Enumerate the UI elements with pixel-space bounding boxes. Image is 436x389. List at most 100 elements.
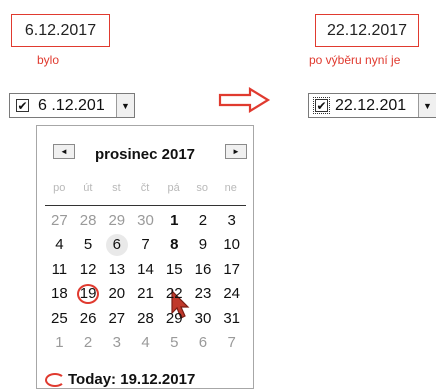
calendar-day-label: 10 [223,236,241,253]
calendar-day-label: 9 [198,236,208,253]
calendar-day-label: 3 [227,211,236,229]
calendar-day[interactable]: 31 [217,306,246,330]
calendar-day[interactable]: 6 [102,233,131,257]
calendar-day-label: 17 [223,260,241,278]
calendar-day-label: 22 [165,285,183,302]
dow-label: po [53,182,66,194]
calendar-day-label: 14 [137,260,154,278]
calendar-day[interactable]: 4 [131,331,160,355]
calendar-day[interactable]: 19 [74,282,103,306]
calendar-day[interactable]: 3 [217,208,246,232]
calendar-day[interactable]: 21 [131,282,160,306]
calendar-day[interactable]: 27 [102,306,131,330]
calendar-day[interactable]: 8 [160,233,189,257]
calendar-day-label: 11 [51,260,68,278]
calendar-day-label: 2 [198,211,208,229]
calendar-day-label: 31 [223,309,241,327]
calendar-day-label: 6 [198,334,208,351]
calendar-day[interactable]: 30 [131,208,160,232]
date-picker-before-value: 6 .12.201 [38,96,105,114]
calendar-day[interactable]: 13 [102,257,131,281]
calendar-day[interactable]: 7 [131,233,160,257]
dow-label: pá [167,182,180,194]
calendar-day[interactable]: 7 [217,331,246,355]
calendar-day[interactable]: 5 [160,331,189,355]
calendar-week-row: 4 5 6 7 8 9 10 [45,233,246,257]
today-link[interactable]: Today: 19.12.2017 [45,371,195,388]
after-date-text: 22.12.2017 [326,21,408,39]
header-divider [45,205,246,206]
calendar-day[interactable]: 14 [131,257,160,281]
calendar-day-label: 16 [194,260,212,278]
calendar-day[interactable]: 10 [217,233,246,257]
calendar-day[interactable]: 29 [102,208,131,232]
calendar-day[interactable]: 12 [74,257,103,281]
chevron-down-icon[interactable]: ▼ [116,94,134,117]
calendar-day-label: 21 [137,285,154,302]
before-date-label: 6.12.2017 [11,14,110,47]
date-picker-before[interactable]: ✔ 6 .12.201 ▼ [9,93,135,118]
calendar-month-title: prosinec 2017 [94,146,196,163]
next-month-button[interactable]: ► [225,144,247,159]
before-caption: bylo [37,53,60,67]
calendar-day[interactable]: 18 [45,282,74,306]
dow-label: út [83,182,93,194]
dow-label: st [112,182,121,194]
calendar-day[interactable]: 26 [74,306,103,330]
calendar-day[interactable]: 1 [160,208,189,232]
calendar-week-row: 18 19 20 21 22 23 24 [45,282,246,306]
dow-label: so [196,182,208,194]
dow-label: čt [140,182,150,194]
calendar-day-label: 29 [108,211,126,229]
calendar-day[interactable]: 17 [217,257,246,281]
date-picker-before-checkbox[interactable]: ✔ [16,99,29,112]
calendar-day-label: 6 [112,236,121,253]
calendar-day[interactable]: 2 [74,331,103,355]
after-date-label: 22.12.2017 [315,14,419,47]
calendar-day[interactable]: 28 [131,306,160,330]
chevron-down-icon[interactable]: ▼ [418,94,436,117]
calendar-day[interactable]: 28 [74,208,103,232]
calendar-day[interactable]: 25 [45,306,74,330]
calendar-day-label: 5 [170,334,179,351]
calendar-day-label: 20 [108,285,126,302]
calendar-day[interactable]: 6 [189,331,218,355]
calendar-day-label: 29 [165,309,183,327]
calendar-day-label: 3 [112,334,121,351]
calendar-day-label: 23 [194,285,212,302]
calendar-day[interactable]: 2 [189,208,218,232]
date-picker-after[interactable]: ✔ 22.12.201 ▼ [308,93,436,118]
calendar-day[interactable]: 27 [45,208,74,232]
calendar-day[interactable]: 5 [74,233,103,257]
dow-label: ne [224,182,237,194]
calendar-day[interactable]: 15 [160,257,189,281]
date-picker-after-value: 22.12.201 [335,96,407,114]
calendar-day-label: 13 [108,260,126,278]
calendar-day[interactable]: 20 [102,282,131,306]
calendar-day-label: 7 [227,334,236,351]
calendar-day-label: 28 [79,211,97,229]
today-marker [77,283,100,304]
calendar-day[interactable]: 24 [217,282,246,306]
calendar-day[interactable]: 9 [189,233,218,257]
calendar-day-label: 7 [141,236,150,253]
calendar-day-label: 2 [83,334,93,351]
date-picker-after-checkbox[interactable]: ✔ [313,97,330,114]
calendar-day-label: 18 [51,285,68,302]
calendar-day[interactable]: 3 [102,331,131,355]
calendar-day-label: 8 [170,236,179,253]
calendar-day[interactable]: 4 [45,233,74,257]
calendar-day-label: 27 [51,211,68,229]
annotation-circle [45,372,65,387]
calendar-day[interactable]: 16 [189,257,218,281]
calendar-week-row: 11 12 13 14 15 16 17 [45,257,246,281]
calendar-day-label: 28 [137,309,154,327]
calendar-day[interactable]: 11 [45,257,74,281]
calendar-day-label: 15 [165,260,183,278]
calendar-day[interactable]: 1 [45,331,74,355]
calendar-day-label: 26 [79,309,97,327]
calendar-week-row: 25 26 27 28 29 30 31 [45,306,246,330]
calendar-day-label: 24 [223,285,241,302]
calendar-day-label: 5 [83,236,93,253]
calendar-day-label: 4 [55,236,64,253]
